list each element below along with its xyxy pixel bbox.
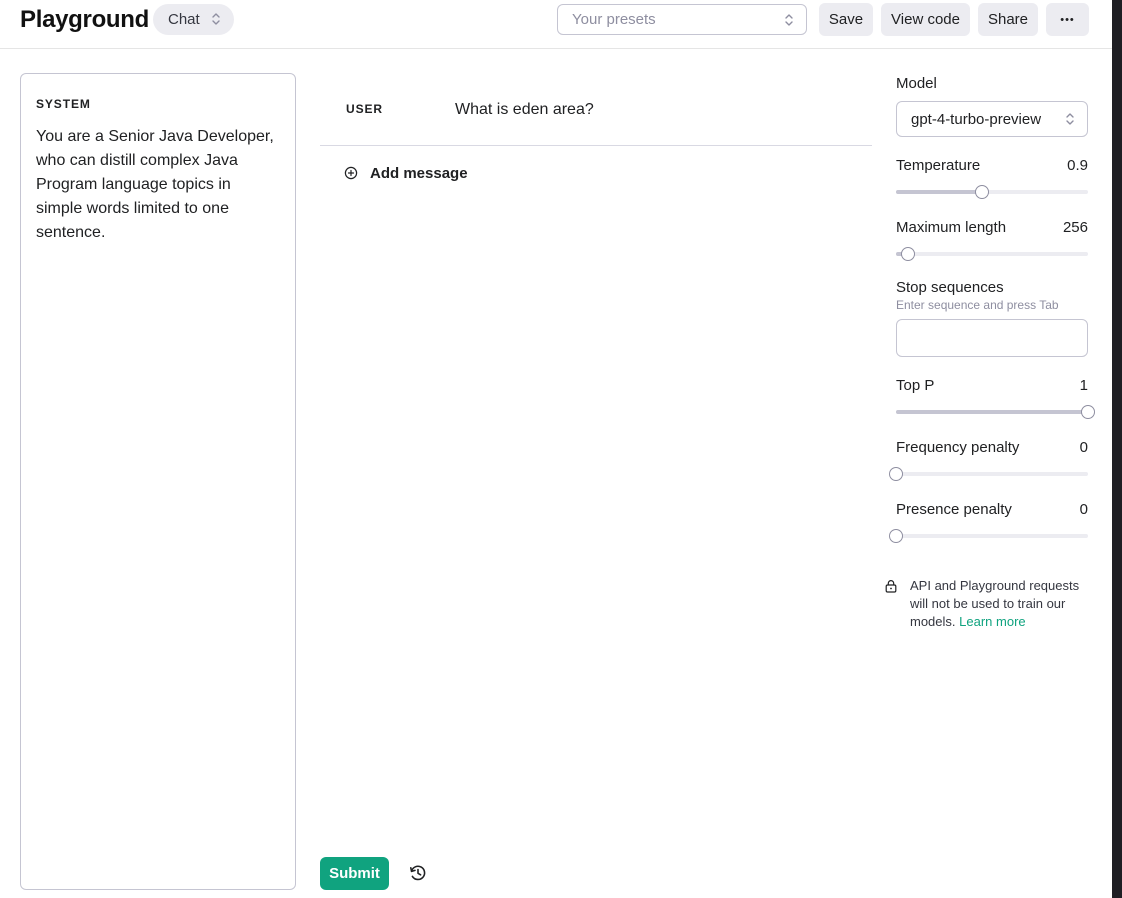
presence-penalty-slider[interactable] (889, 529, 1088, 543)
message-role-toggle[interactable]: USER (346, 102, 383, 116)
stop-sequences-input[interactable] (896, 319, 1088, 357)
presence-penalty-value[interactable]: 0 (1080, 501, 1088, 518)
mode-select-label: Chat (168, 11, 200, 28)
maximum-length-slider[interactable] (896, 247, 1088, 261)
stop-sequences-label: Stop sequences (896, 279, 1004, 296)
slider-thumb[interactable] (900, 247, 915, 261)
slider-track (896, 252, 1088, 256)
privacy-notice: API and Playground requests will not be … (885, 577, 1088, 631)
top-p-slider[interactable] (896, 405, 1095, 419)
add-message-button[interactable]: Add message (344, 162, 468, 184)
temperature-label: Temperature (896, 157, 981, 174)
maximum-length-label: Maximum length (896, 219, 1007, 236)
presets-placeholder: Your presets (572, 11, 656, 28)
window-edge (1112, 0, 1122, 898)
playground-page: Playground Chat Your presets Save View c… (0, 0, 1112, 898)
maximum-length-value[interactable]: 256 (1063, 219, 1088, 236)
view-code-button[interactable]: View code (881, 3, 970, 36)
presence-penalty-label: Presence penalty (896, 501, 1012, 518)
chevron-updown-icon (1065, 112, 1075, 126)
model-select[interactable]: gpt-4-turbo-preview (896, 101, 1088, 137)
lock-icon (885, 580, 897, 593)
page-title: Playground (20, 6, 150, 33)
model-label: Model (896, 75, 937, 92)
temperature-value[interactable]: 0.9 (1067, 157, 1088, 174)
stop-sequences-hint: Enter sequence and press Tab (896, 298, 1059, 312)
slider-thumb[interactable] (889, 529, 903, 543)
presets-select[interactable]: Your presets (557, 4, 807, 35)
frequency-penalty-value[interactable]: 0 (1080, 439, 1088, 456)
history-icon[interactable] (408, 863, 428, 883)
slider-fill (896, 410, 1088, 414)
mode-select[interactable]: Chat (153, 4, 234, 35)
frequency-penalty-slider[interactable] (889, 467, 1088, 481)
message-row[interactable]: USER What is eden area? (320, 74, 872, 146)
message-content[interactable]: What is eden area? (455, 101, 594, 119)
share-button[interactable]: Share (978, 3, 1038, 36)
temperature-slider[interactable] (896, 185, 1088, 199)
chevron-updown-icon (784, 13, 794, 27)
slider-thumb[interactable] (975, 185, 990, 199)
slider-thumb[interactable] (889, 467, 903, 481)
top-p-label: Top P (896, 377, 935, 394)
plus-circle-icon (344, 166, 358, 180)
system-text[interactable]: You are a Senior Java Developer, who can… (36, 125, 276, 245)
chevron-updown-icon (211, 12, 221, 26)
system-message-editor[interactable]: SYSTEM You are a Senior Java Developer, … (20, 73, 296, 890)
more-horizontal-icon: ••• (1060, 13, 1075, 26)
system-label: SYSTEM (36, 97, 91, 111)
learn-more-link[interactable]: Learn more (959, 614, 1025, 629)
model-select-value: gpt-4-turbo-preview (911, 110, 1042, 128)
top-bar: Playground Chat Your presets Save View c… (0, 0, 1112, 49)
more-options-button[interactable]: ••• (1046, 3, 1089, 36)
frequency-penalty-label: Frequency penalty (896, 439, 1020, 456)
slider-thumb[interactable] (1081, 405, 1095, 419)
slider-fill (896, 190, 983, 194)
slider-track (896, 534, 1088, 538)
add-message-label: Add message (370, 164, 468, 182)
submit-button[interactable]: Submit (320, 857, 389, 890)
top-p-value[interactable]: 1 (1080, 377, 1088, 394)
slider-track (896, 472, 1088, 476)
save-button[interactable]: Save (819, 3, 873, 36)
